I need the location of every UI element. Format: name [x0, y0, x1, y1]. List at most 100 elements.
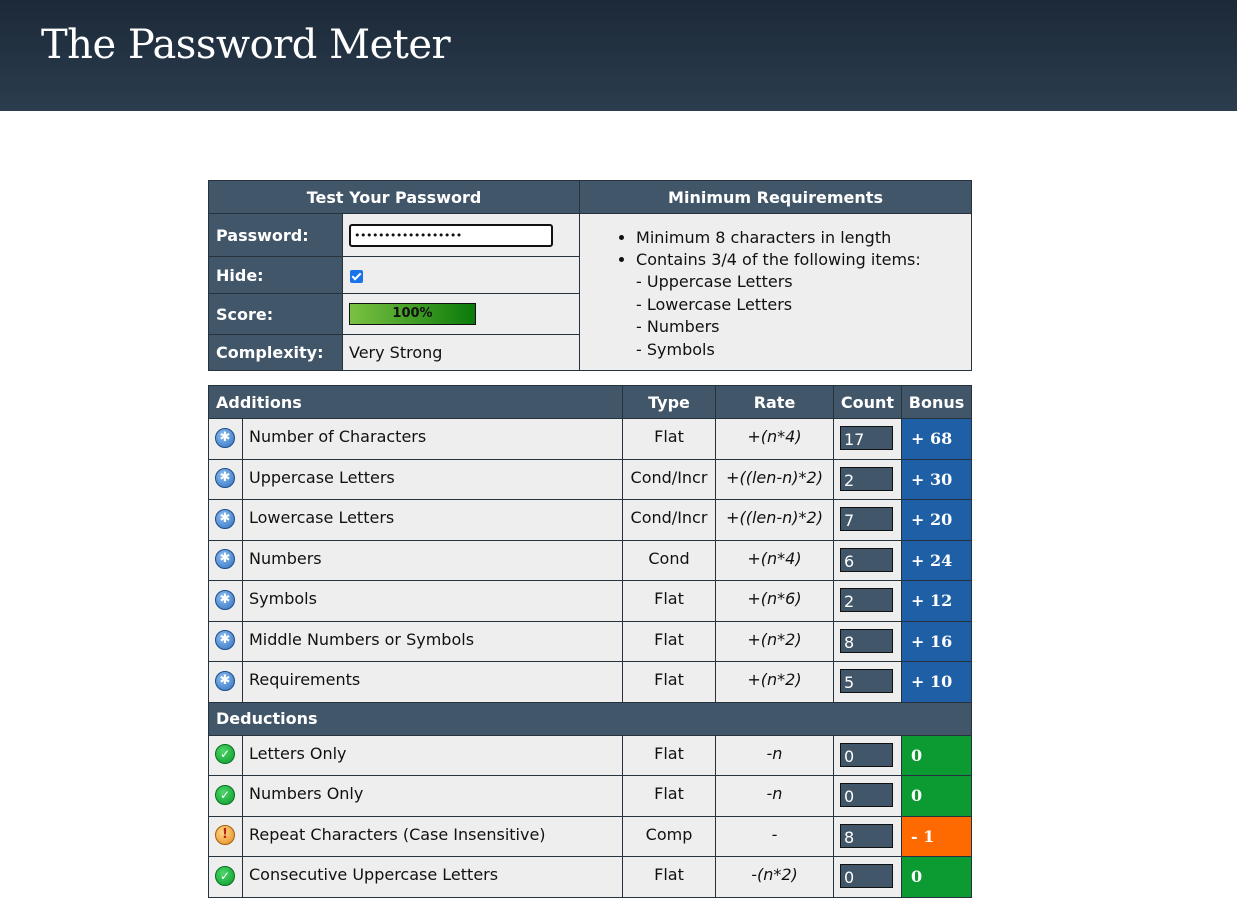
test-password-panel: Test Your Password Minimum Requirements …	[207, 180, 973, 371]
row-name: Uppercase Letters	[242, 458, 623, 500]
password-input[interactable]: ••••••••••••••••••	[349, 223, 553, 247]
row-type: Comp	[622, 815, 716, 857]
row-count: 7	[840, 507, 893, 531]
row-count: 0	[840, 742, 893, 767]
row-type: Flat	[622, 856, 716, 898]
requirements-heading: Minimum Requirements	[579, 180, 973, 214]
row-bonus: 0	[901, 734, 972, 776]
check-icon[interactable]: ✓	[215, 744, 235, 764]
warning-icon[interactable]: !	[215, 825, 235, 845]
row-bonus: + 20	[901, 499, 972, 541]
requirement-subitem: - Lowercase Letters	[636, 294, 793, 314]
row-count: 6	[840, 547, 893, 572]
row-name: Symbols	[242, 580, 623, 622]
table-row: ✱ Requirements Flat +(n*2) 5 + 10	[208, 661, 972, 703]
row-count: 0	[840, 864, 893, 888]
row-rate: -n	[715, 775, 834, 817]
row-rate: -	[715, 815, 834, 857]
complexity-label: Complexity:	[208, 334, 343, 371]
row-count: 0	[840, 783, 893, 807]
row-name: Requirements	[242, 661, 623, 703]
row-type: Cond	[622, 539, 716, 581]
complexity-value: Very Strong	[341, 334, 581, 371]
row-count: 5	[840, 669, 893, 693]
row-rate: +(n*2)	[715, 620, 834, 662]
row-bonus: + 12	[901, 580, 972, 622]
additions-heading: Additions	[208, 385, 623, 419]
requirement-subitem: - Numbers	[636, 317, 720, 336]
row-rate: +((len-n)*2)	[715, 458, 834, 500]
score-bar: 100%	[349, 303, 476, 325]
bonus-heading: Bonus	[901, 385, 972, 419]
site-title: The Password Meter	[41, 22, 451, 68]
row-name: Middle Numbers or Symbols	[242, 620, 623, 662]
test-password-heading: Test Your Password	[207, 180, 581, 214]
row-type: Cond/Incr	[622, 458, 716, 500]
row-bonus: 0	[901, 856, 972, 898]
row-count: 17	[840, 426, 893, 450]
table-row: ✓ Letters Only Flat -n 0 0	[208, 734, 972, 776]
row-bonus: + 10	[901, 661, 972, 703]
check-icon[interactable]: ✓	[215, 865, 235, 886]
row-bonus: + 68	[901, 418, 972, 460]
requirement-item: Minimum 8 characters in length	[636, 227, 971, 249]
row-name: Number of Characters	[242, 418, 623, 460]
score-breakdown-table: Additions Type Rate Count Bonus ✱ Number …	[208, 385, 972, 898]
table-row: ✱ Numbers Cond +(n*4) 6 + 24	[208, 539, 972, 581]
plus-icon[interactable]: ✱	[215, 427, 235, 448]
table-row: ✱ Middle Numbers or Symbols Flat +(n*2) 8 + 1…	[208, 620, 972, 662]
table-row: ✱ Number of Characters Flat +(n*4) 17 + 68	[208, 418, 972, 460]
requirement-item: Contains 3/4 of the following items:	[636, 249, 971, 271]
rate-heading: Rate	[715, 385, 834, 419]
plus-icon[interactable]: ✱	[215, 549, 235, 569]
row-name: Numbers	[242, 539, 623, 581]
plus-icon[interactable]: ✱	[215, 670, 235, 691]
row-rate: -n	[715, 734, 834, 776]
plus-icon[interactable]: ✱	[215, 468, 235, 488]
row-count: 2	[840, 466, 893, 491]
row-name: Numbers Only	[242, 775, 623, 817]
row-name: Letters Only	[242, 734, 623, 776]
row-rate: -(n*2)	[715, 856, 834, 898]
count-heading: Count	[833, 385, 902, 419]
row-type: Flat	[622, 418, 716, 460]
row-name: Lowercase Letters	[242, 499, 623, 541]
row-bonus: + 16	[901, 620, 972, 662]
table-row: ✱ Symbols Flat +(n*6) 2 + 12	[208, 580, 972, 622]
site-header: The Password Meter	[0, 0, 1237, 111]
row-type: Flat	[622, 620, 716, 662]
row-bonus: - 1	[901, 815, 972, 857]
requirement-subitem: - Uppercase Letters	[636, 272, 793, 291]
row-type: Flat	[622, 734, 716, 776]
table-row: ✓ Consecutive Uppercase Letters Flat -(n*2)…	[208, 856, 972, 898]
password-label: Password:	[208, 213, 343, 257]
row-type: Flat	[622, 775, 716, 817]
type-heading: Type	[622, 385, 716, 419]
row-bonus: 0	[901, 775, 972, 817]
check-icon[interactable]: ✓	[215, 784, 235, 805]
requirements-list: Minimum 8 characters in length Contains …	[579, 213, 973, 371]
row-rate: +((len-n)*2)	[715, 499, 834, 541]
requirement-subitem: - Symbols	[636, 339, 715, 359]
row-type: Flat	[622, 661, 716, 703]
row-bonus: + 24	[901, 539, 972, 581]
table-row: ✓ Numbers Only Flat -n 0 0	[208, 775, 972, 817]
row-name: Consecutive Uppercase Letters	[242, 856, 623, 898]
row-rate: +(n*4)	[715, 418, 834, 460]
row-type: Flat	[622, 580, 716, 622]
table-row: ✱ Uppercase Letters Cond/Incr +((len-n)*2) 2…	[208, 458, 972, 500]
hide-checkbox[interactable]	[350, 269, 363, 283]
row-rate: +(n*6)	[715, 580, 834, 622]
row-count: 8	[840, 823, 893, 848]
plus-icon[interactable]: ✱	[215, 589, 235, 610]
table-row: ! Repeat Characters (Case Insensitive) Com…	[208, 815, 972, 857]
plus-icon[interactable]: ✱	[215, 630, 235, 650]
row-type: Cond/Incr	[622, 499, 716, 541]
row-count: 2	[840, 588, 893, 612]
deductions-heading: Deductions	[208, 701, 972, 736]
row-count: 8	[840, 628, 893, 653]
plus-icon[interactable]: ✱	[215, 508, 235, 529]
row-rate: +(n*4)	[715, 539, 834, 581]
row-name: Repeat Characters (Case Insensitive)	[242, 815, 623, 857]
row-bonus: + 30	[901, 458, 972, 500]
